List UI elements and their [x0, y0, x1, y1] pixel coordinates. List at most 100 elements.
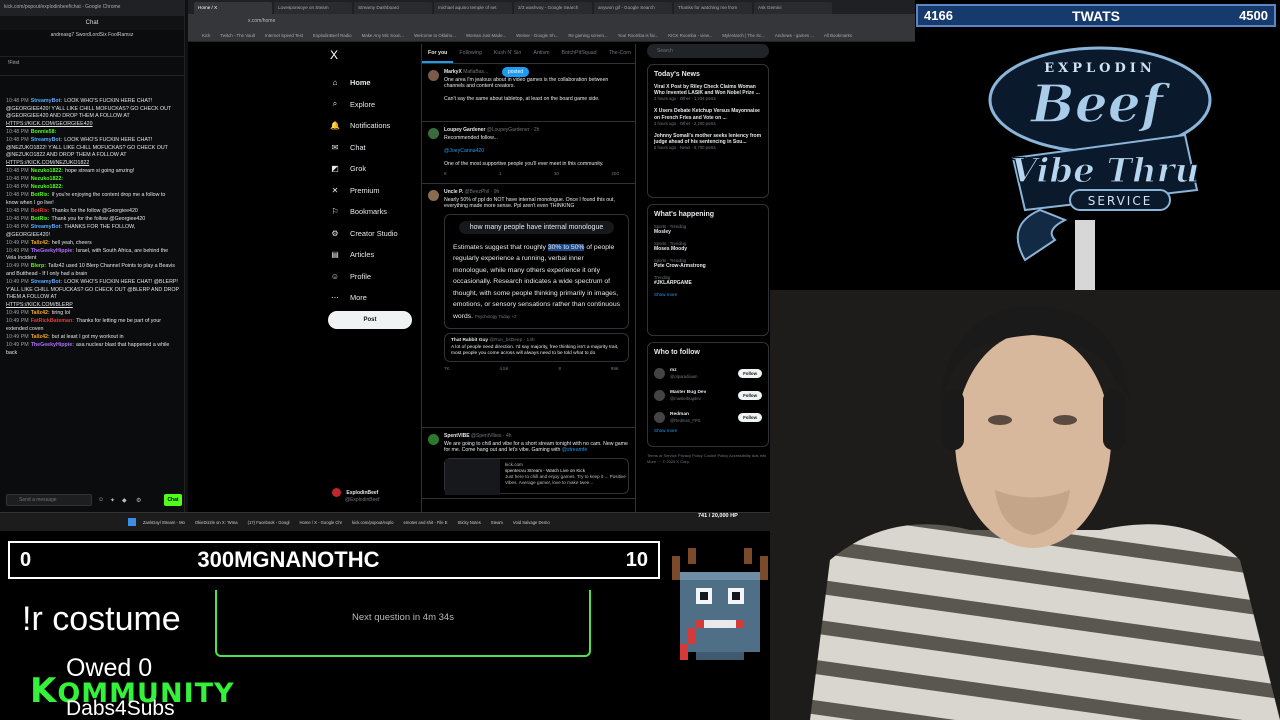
chat-message[interactable]: 10:49 PM StreamyBot: LOOK WHO'S FUCKIN HER…	[6, 279, 179, 309]
taskbar-item[interactable]: ZankDayl Stream - Mo	[140, 520, 188, 525]
tweet-author[interactable]: SpentVIBE	[444, 433, 470, 439]
tweet[interactable]: Loupey Gardener @LoupeyGardener · 2h Rec…	[422, 122, 635, 184]
browser-tab[interactable]: 2/3 washvoy - Google Search	[514, 2, 592, 14]
chat-message[interactable]: 10:49 PM Tallz42: hell yeah, cheers	[6, 240, 179, 248]
post-button[interactable]: Post	[328, 311, 412, 329]
grok-answer-card[interactable]: how many people have internal monologue …	[444, 213, 629, 330]
browser-tab[interactable]: Thanks for watching me from	[674, 2, 752, 14]
x-search-input[interactable]: Search	[647, 44, 769, 58]
chat-message[interactable]: 10:48 PM Bonnie58:	[6, 129, 179, 137]
message-username[interactable]: Bonnie58:	[31, 129, 57, 135]
account-switcher[interactable]: ExplodinBeef @ExplodinBeef	[332, 488, 432, 503]
chat-message[interactable]: 10:48 PM BotRix: If you're enjoying the co…	[6, 192, 179, 207]
message-link[interactable]: HTTPS://KICK.COM/BLERP	[6, 302, 73, 308]
browser-tab[interactable]: Lovesponsoye on Steam	[274, 2, 352, 14]
bookmark-item[interactable]: Your Roomba is fai...	[618, 33, 659, 38]
new-posts-pill[interactable]: posted	[502, 67, 530, 77]
taskbar-item[interactable]: OkieDizzle on X: 'Wma	[192, 520, 241, 525]
message-link[interactable]: HTTPS://KICK.COM/NEZUKO1822	[6, 160, 89, 166]
mention-link[interactable]: @streamfe	[562, 447, 587, 453]
emote-icon[interactable]: ☺	[98, 497, 104, 503]
chat-message[interactable]: 10:49 PM TheGeekyHippie: Israel, with Sout…	[6, 248, 179, 263]
message-username[interactable]: BotRix:	[31, 216, 50, 222]
timeline-tab[interactable]: For you	[422, 44, 454, 63]
tweet[interactable]: SpentVIBE @SpentVibes · 4h We are going …	[422, 428, 635, 499]
message-username[interactable]: StreamyBot:	[31, 137, 63, 143]
bookmark-item[interactable]: Twitch - The Vault	[220, 33, 255, 38]
bookmark-item[interactable]: KICK Roomba - view...	[668, 33, 712, 38]
tweet[interactable]: Uncle P. @BeezPhil · 9h Nearly 50% of pp…	[422, 184, 635, 428]
chat-message-input[interactable]	[6, 494, 92, 506]
message-username[interactable]: Nezuko1822:	[31, 168, 63, 174]
message-username[interactable]: StreamyBot:	[31, 98, 63, 104]
taskbar-item[interactable]: emotes and shit - File E	[401, 520, 451, 525]
timeline-tab[interactable]: BotchPitSquad	[556, 44, 603, 63]
bookmark-item[interactable]: Woman Just Made...	[466, 33, 506, 38]
link-preview-card[interactable]: kick.com spentecvu Stream - Watch Live o…	[444, 457, 629, 495]
message-username[interactable]: Blerp:	[31, 263, 46, 269]
chat-message[interactable]: 10:49 PM Blerp: Tallz42 used 10 Blerp Chan…	[6, 263, 179, 278]
message-username[interactable]: TheGeekyHippie:	[31, 248, 74, 254]
chat-settings-icon[interactable]: ⚙	[136, 497, 141, 504]
message-link[interactable]: HTTPS://KICK.COM/GEORGIEE420	[6, 121, 93, 127]
reply-count[interactable]: 8	[444, 171, 447, 176]
tweet-author[interactable]: Uncle P.	[444, 189, 463, 195]
chat-send-button[interactable]: Chat	[164, 494, 182, 506]
message-username[interactable]: StreamyBot:	[31, 279, 63, 285]
message-username[interactable]: FatRickBateman:	[31, 318, 74, 324]
windows-start-icon[interactable]	[128, 518, 136, 526]
trend-item[interactable]: Sports · Trending Mosley	[654, 224, 762, 235]
follow-suggestion[interactable]: Master Bug Dev @masterbugdev Follow	[654, 384, 762, 406]
follow-suggestion[interactable]: mz @otparadiaum Follow	[654, 362, 762, 384]
taskbar-item[interactable]: Sticky Notes	[455, 520, 484, 525]
show-more-link[interactable]: Show more	[654, 292, 762, 297]
tweet[interactable]: MarkyX MafiaBas... One area I'm jealous …	[422, 64, 635, 122]
chat-message[interactable]: 10:49 PM FatRickBateman: Thanks for lettin…	[6, 318, 179, 333]
bookmark-item[interactable]: Internet Speed Test	[265, 33, 303, 38]
bookmark-item[interactable]: Mylentarch | The Sc...	[722, 33, 765, 38]
timeline-tab[interactable]: The-Corn	[603, 44, 635, 63]
follow-button[interactable]: Follow	[738, 368, 762, 378]
home-timeline[interactable]: For you Following Kush N' Sin Antism BotchPi…	[421, 44, 636, 512]
tweet-author[interactable]: MarkyX	[444, 69, 462, 75]
address-bar[interactable]: x.com/home	[188, 14, 915, 30]
browser-tab[interactable]: anywon gif - Google Search	[594, 2, 672, 14]
timeline-tab[interactable]: Following	[453, 44, 487, 63]
message-username[interactable]: Tallz42:	[31, 310, 50, 316]
tweet-author[interactable]: Loupey Gardener	[444, 127, 485, 133]
message-username[interactable]: StreamyBot:	[31, 224, 63, 230]
bookmark-item[interactable]: Kick	[202, 33, 210, 38]
trend-item[interactable]: Trending #JKLARPGAME	[654, 275, 762, 286]
chat-message[interactable]: 10:49 PM Tallz42: tiring lol	[6, 310, 179, 318]
bookmark-item[interactable]: Andrews - games ...	[775, 33, 814, 38]
chat-message[interactable]: 10:48 PM Nezuko1822:	[6, 176, 179, 184]
view-count[interactable]: 200	[611, 171, 619, 176]
follow-button[interactable]: Follow	[738, 390, 762, 400]
message-username[interactable]: Nezuko1822:	[31, 184, 63, 190]
message-username[interactable]: BotRix:	[31, 192, 50, 198]
message-username[interactable]: TheGeekyHippie:	[31, 342, 74, 348]
reply-count[interactable]: 7K	[444, 366, 450, 371]
message-username[interactable]: BotRix:	[31, 208, 50, 214]
repost-count[interactable]: 4.5K	[499, 366, 508, 371]
taskbar-item[interactable]: kick.com/popout/explo	[349, 520, 396, 525]
quoted-tweet[interactable]: That Rabbit Guy @Run_bsDeep · 14h A lot …	[444, 333, 629, 362]
chat-filter-bar[interactable]: !First	[0, 56, 184, 76]
taskbar-item[interactable]: Steam	[488, 520, 506, 525]
show-more-link[interactable]: Show more	[654, 428, 762, 433]
message-username[interactable]: Tallz42:	[31, 334, 50, 340]
chat-message[interactable]: 10:48 PM BotRix: Thanks for the follow @Ge…	[6, 208, 179, 216]
timeline-tab[interactable]: Kush N' Sin	[488, 44, 528, 63]
trend-item[interactable]: Sports · Trending Moses Moody	[654, 241, 762, 252]
chat-log[interactable]: 10:48 PM StreamyBot: LOOK WHO'S FUCKIN HER…	[0, 96, 185, 479]
follow-suggestion[interactable]: Redman @Redman_FPS Follow	[654, 406, 762, 428]
taskbar-item[interactable]: Home / X - Google Chr	[296, 520, 345, 525]
browser-tab[interactable]: michael aquino temple of set	[434, 2, 512, 14]
bookmark-item[interactable]: All Bookmarks	[824, 33, 852, 38]
browser-tab[interactable]: Home / X	[194, 2, 272, 14]
chat-message[interactable]: 10:48 PM Nezuko1822: hope stream si going …	[6, 168, 179, 176]
follow-button[interactable]: Follow	[738, 412, 762, 422]
news-item[interactable]: Johnny Somali's mother seeks leniency fr…	[654, 133, 762, 150]
bookmark-item[interactable]: Weiner - Google Sh...	[516, 33, 558, 38]
chat-message[interactable]: 10:48 PM StreamyBot: LOOK WHO'S FUCKIN HER…	[6, 137, 179, 167]
